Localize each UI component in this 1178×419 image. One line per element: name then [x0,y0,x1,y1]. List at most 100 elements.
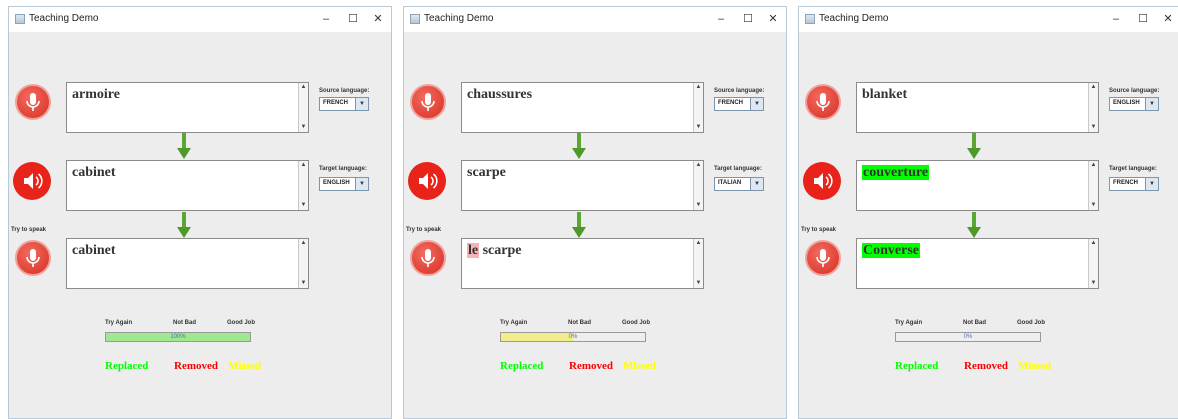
vertical-scrollbar[interactable]: ▲ ▼ [298,161,308,210]
record-source-button[interactable] [15,84,51,120]
scroll-up-icon[interactable]: ▲ [695,240,702,247]
spoken-text: cabinet [72,243,116,259]
record-speech-button[interactable] [805,240,841,276]
close-button[interactable]: ✕ [367,10,389,28]
text-run: cabinet [72,165,116,180]
target-language-select[interactable]: ITALIAN ▼ [714,177,764,191]
record-speech-button[interactable] [410,240,446,276]
source-language-select[interactable]: FRENCH ▼ [319,97,369,111]
text-run: Converse [862,243,920,258]
chevron-down-icon[interactable]: ▼ [1145,98,1158,110]
minimize-button[interactable]: – [1105,10,1127,28]
chevron-down-icon[interactable]: ▼ [1145,178,1158,190]
scroll-up-icon[interactable]: ▲ [300,240,307,247]
microphone-icon [816,249,830,267]
scroll-up-icon[interactable]: ▲ [1090,162,1097,169]
source-language-value: FRENCH [323,100,348,106]
speaker-icon [419,173,438,189]
text-run: couverture [862,165,930,180]
spoken-text-area[interactable]: cabinet ▲ ▼ [66,238,309,289]
vertical-scrollbar[interactable]: ▲ ▼ [298,239,308,288]
close-button[interactable]: ✕ [1157,10,1178,28]
source-text-area[interactable]: chaussures ▲ ▼ [461,82,704,133]
source-text-area[interactable]: blanket ▲ ▼ [856,82,1099,133]
target-text-area[interactable]: couverture ▲ ▼ [856,160,1099,211]
app-icon [15,14,25,24]
app-icon [805,14,815,24]
score-progress-bar: 100% [105,332,251,342]
scroll-up-icon[interactable]: ▲ [300,162,307,169]
microphone-icon [26,93,40,111]
target-language-select[interactable]: FRENCH ▼ [1109,177,1159,191]
legend-replaced: Replaced [105,360,149,372]
target-text: scarpe [467,165,506,181]
scroll-down-icon[interactable]: ▼ [1090,202,1097,209]
scroll-down-icon[interactable]: ▼ [1090,124,1097,131]
try-to-speak-label: Try to speak [11,227,47,233]
microphone-icon [816,93,830,111]
legend-removed: Removed [964,360,1008,372]
legend-removed: Removed [569,360,613,372]
speaker-icon [24,173,43,189]
source-language-label: Source language: [714,88,765,94]
text-run: armoire [72,87,120,102]
scroll-down-icon[interactable]: ▼ [300,124,307,131]
good-job-label: Good Job [227,320,255,326]
chevron-down-icon[interactable]: ▼ [750,178,763,190]
target-text-area[interactable]: cabinet ▲ ▼ [66,160,309,211]
source-language-select[interactable]: ENGLISH ▼ [1109,97,1159,111]
scroll-up-icon[interactable]: ▲ [695,162,702,169]
source-text: chaussures [467,87,532,103]
vertical-scrollbar[interactable]: ▲ ▼ [1088,83,1098,132]
source-text: blanket [862,87,907,103]
scroll-down-icon[interactable]: ▼ [695,202,702,209]
source-language-select[interactable]: FRENCH ▼ [714,97,764,111]
good-job-label: Good Job [1017,320,1045,326]
record-speech-button[interactable] [15,240,51,276]
record-source-button[interactable] [805,84,841,120]
close-button[interactable]: ✕ [762,10,784,28]
vertical-scrollbar[interactable]: ▲ ▼ [693,239,703,288]
scroll-down-icon[interactable]: ▼ [1090,280,1097,287]
maximize-button[interactable]: ☐ [737,10,759,28]
vertical-scrollbar[interactable]: ▲ ▼ [693,161,703,210]
maximize-button[interactable]: ☐ [1132,10,1154,28]
down-arrow-icon [177,212,191,238]
text-run: scarpe [467,165,506,180]
vertical-scrollbar[interactable]: ▲ ▼ [693,83,703,132]
scroll-up-icon[interactable]: ▲ [1090,84,1097,91]
scroll-down-icon[interactable]: ▼ [695,280,702,287]
scroll-up-icon[interactable]: ▲ [1090,240,1097,247]
app-window-1: Teaching Demo – ☐ ✕ armoire ▲ ▼ Source l… [8,6,392,419]
progress-text: 0% [568,334,578,340]
play-translation-button[interactable] [408,162,446,200]
target-language-select[interactable]: ENGLISH ▼ [319,177,369,191]
vertical-scrollbar[interactable]: ▲ ▼ [298,83,308,132]
minimize-button[interactable]: – [315,10,337,28]
chevron-down-icon[interactable]: ▼ [355,178,368,190]
record-source-button[interactable] [410,84,446,120]
source-language-label: Source language: [1109,88,1160,94]
play-translation-button[interactable] [13,162,51,200]
app-window-2: Teaching Demo – ☐ ✕ chaussures ▲ ▼ Sourc… [403,6,787,419]
target-language-value: ITALIAN [718,180,742,186]
scroll-down-icon[interactable]: ▼ [300,280,307,287]
spoken-text-area[interactable]: Converse ▲ ▼ [856,238,1099,289]
play-translation-button[interactable] [803,162,841,200]
scroll-down-icon[interactable]: ▼ [695,124,702,131]
spoken-text-area[interactable]: le scarpe ▲ ▼ [461,238,704,289]
scroll-up-icon[interactable]: ▲ [300,84,307,91]
good-job-label: Good Job [622,320,650,326]
minimize-button[interactable]: – [710,10,732,28]
chevron-down-icon[interactable]: ▼ [750,98,763,110]
scroll-down-icon[interactable]: ▼ [300,202,307,209]
target-text: couverture [862,165,930,181]
title-bar: Teaching Demo – ☐ ✕ [404,7,786,32]
scroll-up-icon[interactable]: ▲ [695,84,702,91]
vertical-scrollbar[interactable]: ▲ ▼ [1088,161,1098,210]
target-text-area[interactable]: scarpe ▲ ▼ [461,160,704,211]
maximize-button[interactable]: ☐ [342,10,364,28]
vertical-scrollbar[interactable]: ▲ ▼ [1088,239,1098,288]
chevron-down-icon[interactable]: ▼ [355,98,368,110]
source-text-area[interactable]: armoire ▲ ▼ [66,82,309,133]
